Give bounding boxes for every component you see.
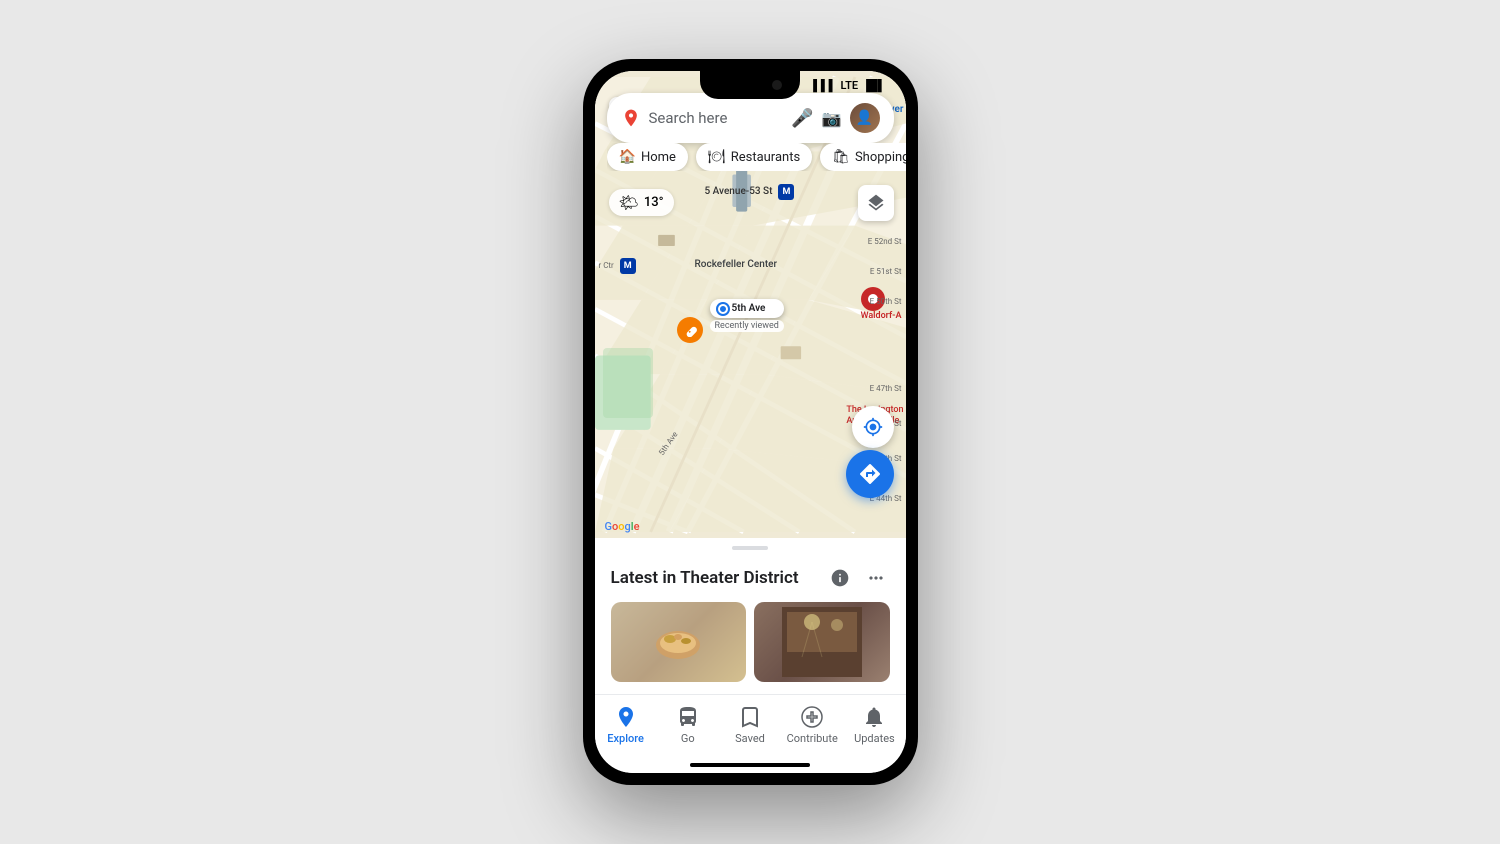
mic-icon[interactable]: 🎤 [791,108,813,129]
nav-item-contribute[interactable]: Contribute [781,701,843,749]
info-icon [830,568,850,588]
photos-row [595,602,906,694]
map-container[interactable]: ▌▌▌ LTE ▐█▌ Search here 🎤 📷 👤 [595,71,906,538]
food-image [648,617,708,667]
saved-label: Saved [735,732,765,745]
more-button[interactable] [862,564,890,592]
drag-indicator[interactable] [732,546,768,550]
updates-label: Updates [854,732,895,745]
camera-icon[interactable]: 📷 [822,109,842,128]
search-placeholder[interactable]: Search here [649,109,784,127]
updates-icon [862,705,886,729]
maps-logo-icon [621,108,641,128]
photo-card-2[interactable] [754,602,890,682]
subway-badge-2: M [620,258,636,274]
waldorf-label: Waldorf-A [861,311,902,321]
go-label: Go [681,732,695,745]
nav-item-saved[interactable]: Saved [719,701,781,749]
panel-title: Latest in Theater District [611,568,799,588]
panel-header: Latest in Theater District [595,560,906,602]
bottom-nav: Explore Go Saved [595,694,906,763]
chip-restaurants[interactable]: 🍽 Restaurants [696,143,812,171]
chip-shopping[interactable]: 🛍 Shopping [820,143,905,171]
fifth-ave-label: 5th Ave [732,303,766,314]
layers-button[interactable] [858,185,894,221]
google-logo: Google [605,515,640,534]
nav-item-updates[interactable]: Updates [843,701,905,749]
search-overlay: Search here 🎤 📷 👤 [607,93,894,143]
saved-icon [738,705,762,729]
home-indicator [690,763,810,767]
go-icon [676,705,700,729]
battery-icon: ▐█▌ [862,79,885,92]
contribute-label: Contribute [787,732,838,745]
photo-1 [611,602,747,682]
photo-2 [754,602,890,682]
phone-screen: ▌▌▌ LTE ▐█▌ Search here 🎤 📷 👤 [595,71,906,773]
interior-image [782,607,862,677]
rockefeller-label[interactable]: Rockefeller Center [695,259,778,270]
shopping-icon: 🛍 [832,149,850,165]
filter-chips: 🏠 Home 🍽 Restaurants 🛍 Shopping [607,143,906,171]
layers-icon [866,193,886,213]
contribute-icon [800,705,824,729]
home-icon: 🏠 [619,149,636,165]
user-avatar[interactable]: 👤 [850,103,880,133]
phone-frame: ▌▌▌ LTE ▐█▌ Search here 🎤 📷 👤 [583,59,918,785]
park-area [603,348,653,418]
search-bar[interactable]: Search here 🎤 📷 👤 [607,93,894,143]
subway-left: r Ctr M [599,253,636,274]
nav-item-go[interactable]: Go [657,701,719,749]
photo-card-1[interactable] [611,602,747,682]
navigate-button[interactable] [846,450,894,498]
e50-label: E 50th St [870,289,902,308]
restaurant-pin-icon [683,323,697,337]
directions-icon [858,462,882,486]
restaurants-icon: 🍽 [708,149,726,165]
lte-label: LTE [840,79,858,92]
navigation-icon [863,417,883,437]
weather-widget: 🌤 13° [609,189,674,216]
e52-label: E 52nd St [868,229,902,248]
5th-ave-road-label: 5th Ave [655,439,682,448]
notch [700,71,800,99]
location-button[interactable] [852,406,894,448]
subway-badge: M [778,184,794,200]
explore-label: Explore [607,732,644,745]
recently-viewed-label: Recently viewed [710,320,784,332]
status-icons: ▌▌▌ LTE ▐█▌ [813,79,885,92]
e47-label: E 47th St [870,376,902,395]
chip-restaurants-label: Restaurants [731,150,800,165]
current-location-dot [718,304,728,314]
nav-item-explore[interactable]: Explore [595,701,657,749]
info-button[interactable] [826,564,854,592]
restaurant-pin[interactable] [677,317,703,343]
chip-shopping-label: Shopping [855,150,906,165]
subway-label-5ave: 5 Avenue-53 St M [705,179,795,200]
5th-ave-bubble[interactable]: 5th Ave Recently viewed [710,299,784,332]
signal-icon: ▌▌▌ [813,79,836,92]
bottom-panel: Latest in Theater District [595,538,906,773]
explore-icon [614,705,638,729]
panel-actions [826,564,890,592]
chip-home[interactable]: 🏠 Home [607,143,688,171]
chip-home-label: Home [641,150,676,165]
e51-label: E 51st St [870,259,902,278]
camera [772,80,782,90]
weather-temp: 13° [644,195,664,210]
weather-icon: 🌤 [619,193,639,212]
more-icon [866,568,886,588]
